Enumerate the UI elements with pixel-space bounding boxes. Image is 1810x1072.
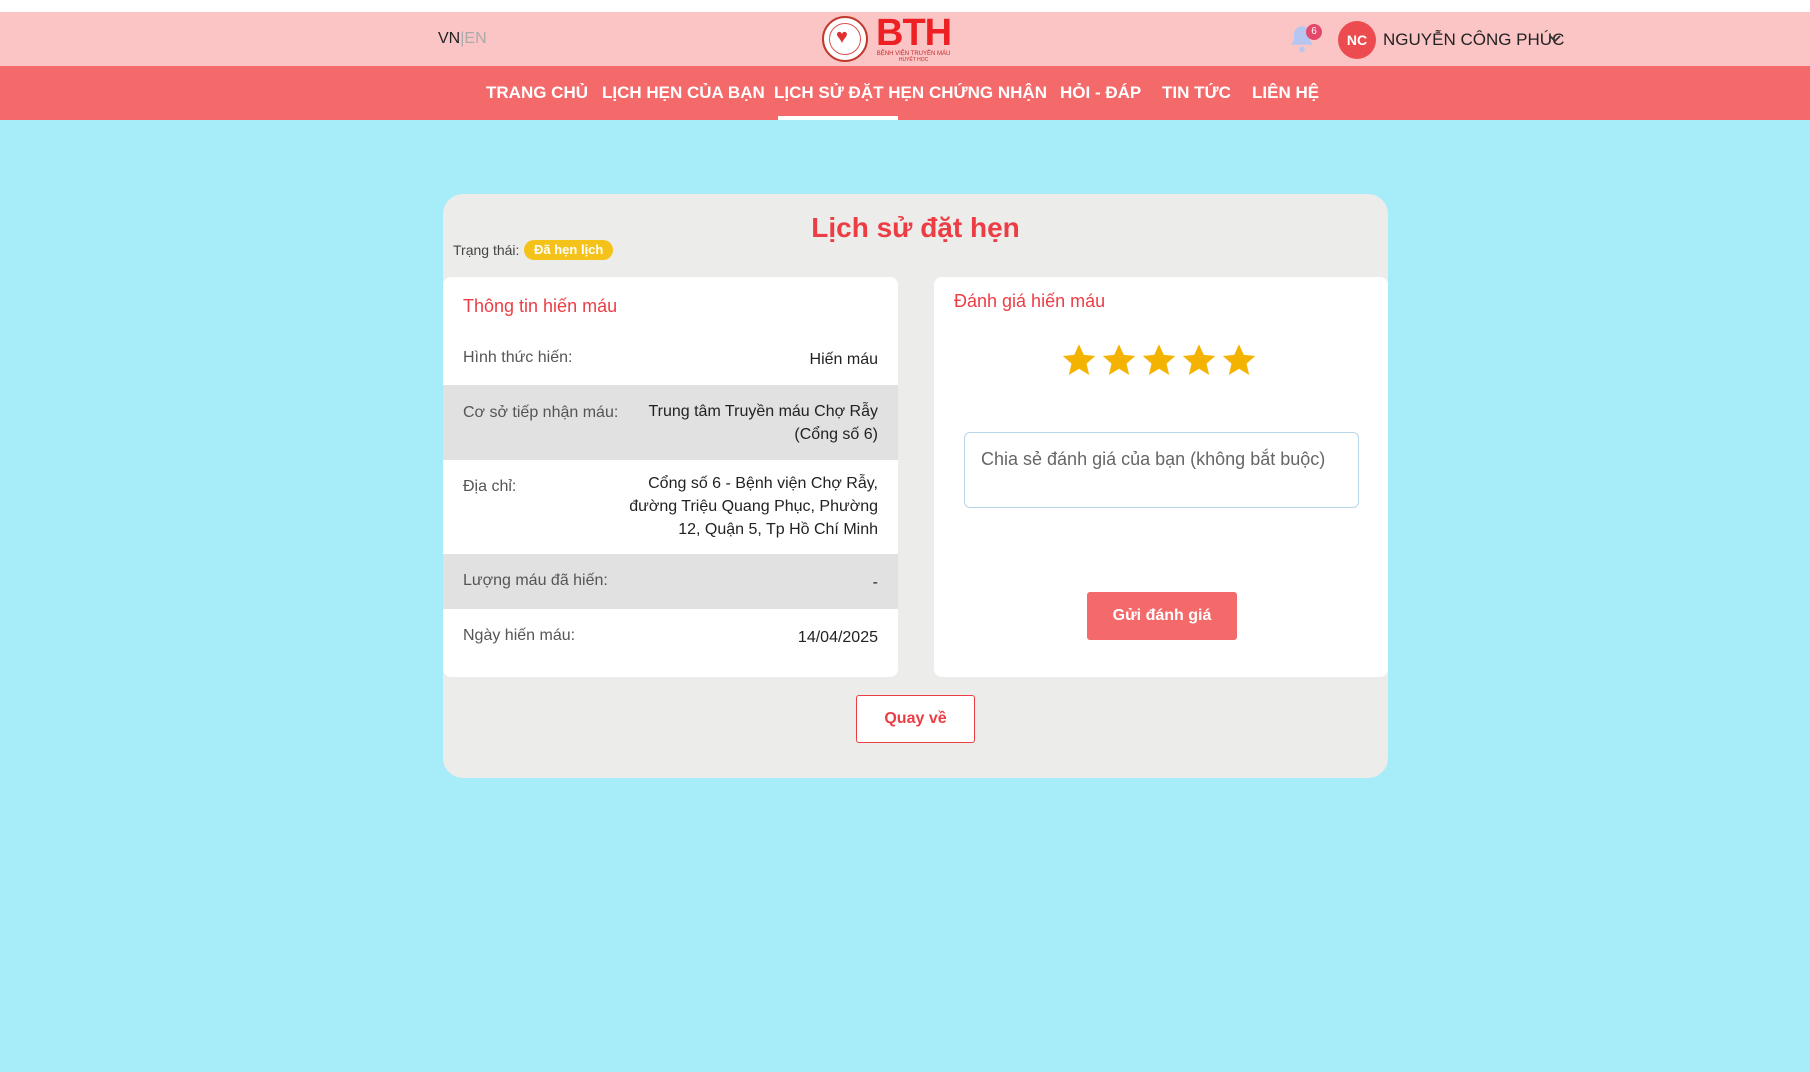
booking-history-card: Lịch sử đặt hẹn Trạng thái: Đã hẹn lịch … (443, 194, 1388, 778)
info-label: Ngày hiến máu: (463, 627, 576, 644)
star-rating[interactable] (1061, 342, 1257, 378)
notification-bell-icon[interactable]: 6 (1288, 24, 1322, 58)
info-value: - (872, 574, 878, 591)
hospital-emblem-icon: ♥ (822, 16, 868, 62)
lang-en[interactable]: EN (464, 30, 486, 47)
status-badge: Đã hẹn lịch (524, 240, 614, 260)
review-textarea[interactable] (964, 432, 1359, 508)
avatar[interactable]: NC (1338, 21, 1376, 59)
submit-review-button[interactable]: Gửi đánh giá (1087, 592, 1237, 640)
main-navigation: TRANG CHỦ LỊCH HẸN CỦA BẠN LỊCH SỬ ĐẶT H… (0, 66, 1810, 120)
nav-item-faq[interactable]: HỎI - ĐÁP (1060, 66, 1141, 120)
info-value: 14/04/2025 (797, 629, 878, 646)
info-value: Hiến máu (809, 351, 878, 368)
lang-vn[interactable]: VN (438, 30, 460, 47)
donation-info-panel: Thông tin hiến máu Hình thức hiến: Hiến … (443, 277, 898, 677)
back-button[interactable]: Quay về (856, 695, 975, 743)
bth-logo: BTH BỆNH VIỆN TRUYỀN MÁU HUYẾT HỌC (876, 12, 952, 63)
chevron-down-icon[interactable] (1548, 32, 1562, 46)
info-label: Cơ sở tiếp nhận máu: (463, 404, 619, 421)
site-logo[interactable]: ♥ BTH BỆNH VIỆN TRUYỀN MÁU HUYẾT HỌC (822, 12, 952, 66)
info-row-donation-type: Hình thức hiến: Hiến máu (443, 331, 898, 385)
top-strip (0, 0, 1810, 12)
star-icon[interactable] (1221, 342, 1257, 378)
nav-item-booking-history[interactable]: LỊCH SỬ ĐẶT HẸN (774, 66, 924, 120)
info-label: Lượng máu đã hiến: (463, 572, 608, 589)
info-row-donation-date: Ngày hiến máu: 14/04/2025 (443, 609, 898, 664)
nav-item-home[interactable]: TRANG CHỦ (486, 66, 588, 120)
star-icon[interactable] (1061, 342, 1097, 378)
username-label[interactable]: NGUYỄN CÔNG PHÚC (1383, 30, 1564, 50)
star-icon[interactable] (1101, 342, 1137, 378)
notification-count-badge: 6 (1306, 24, 1322, 40)
status-label: Trạng thái: (453, 242, 520, 258)
nav-item-your-appointments[interactable]: LỊCH HẸN CỦA BẠN (602, 66, 765, 120)
donation-info-heading: Thông tin hiến máu (463, 296, 618, 316)
info-row-address: Địa chỉ: Cổng số 6 - Bệnh viện Chợ Rẫy, … (443, 460, 898, 554)
info-row-blood-amount: Lượng máu đã hiến: - (443, 554, 898, 609)
nav-item-news[interactable]: TIN TỨC (1162, 66, 1231, 120)
review-heading: Đánh giá hiến máu (954, 291, 1106, 311)
info-label: Hình thức hiến: (463, 349, 573, 366)
nav-item-contact[interactable]: LIÊN HỆ (1252, 66, 1319, 120)
language-switcher: VN|EN (438, 30, 487, 48)
info-value: Trung tâm Truyền máu Chợ Rẫy (Cổng số 6) (648, 403, 878, 443)
star-icon[interactable] (1181, 342, 1217, 378)
review-panel: Đánh giá hiến máu Gửi đánh giá (934, 277, 1388, 677)
info-value: Cổng số 6 - Bệnh viện Chợ Rẫy, đường Tri… (629, 475, 878, 538)
star-icon[interactable] (1141, 342, 1177, 378)
info-row-facility: Cơ sở tiếp nhận máu: Trung tâm Truyền má… (443, 385, 898, 460)
nav-item-certificates[interactable]: CHỨNG NHẬN (929, 66, 1047, 120)
header-top-bar: VN|EN ♥ BTH BỆNH VIỆN TRUYỀN MÁU HUYẾT H… (0, 12, 1810, 66)
info-label: Địa chỉ: (463, 478, 517, 495)
